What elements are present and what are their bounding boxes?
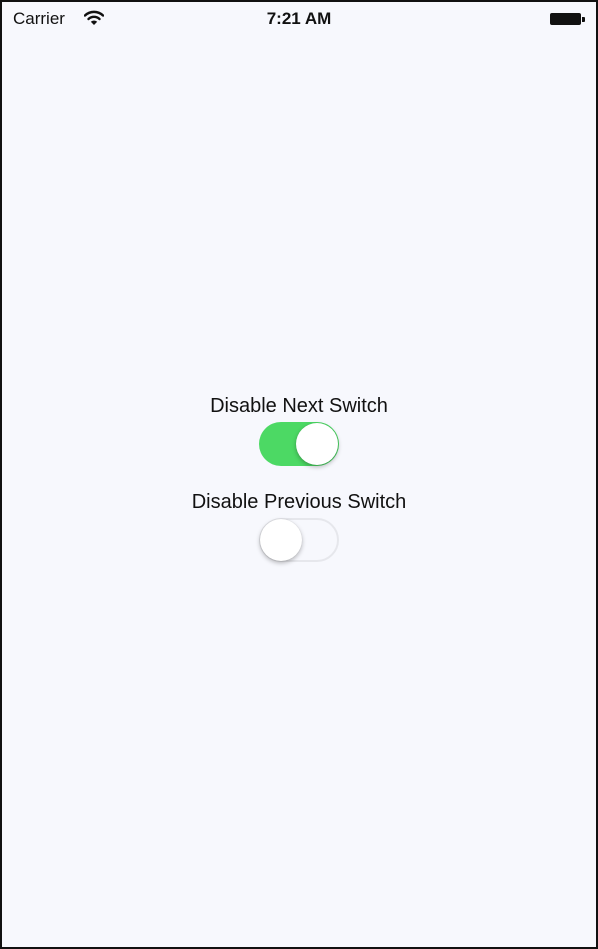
disable-previous-switch[interactable] [259,518,339,562]
disable-previous-group: Disable Previous Switch [2,490,596,562]
disable-next-switch[interactable] [259,422,339,466]
battery-icon [550,13,586,25]
phone-screen: Carrier 7:21 AM Disable Next Switch Disa… [0,0,598,949]
disable-next-label: Disable Next Switch [210,395,388,417]
switch-knob [296,423,338,465]
switch-knob [260,519,302,561]
status-bar: Carrier 7:21 AM [2,2,596,36]
disable-previous-label: Disable Previous Switch [191,491,407,513]
disable-next-group: Disable Next Switch [2,394,596,466]
status-time: 7:21 AM [266,9,332,28]
